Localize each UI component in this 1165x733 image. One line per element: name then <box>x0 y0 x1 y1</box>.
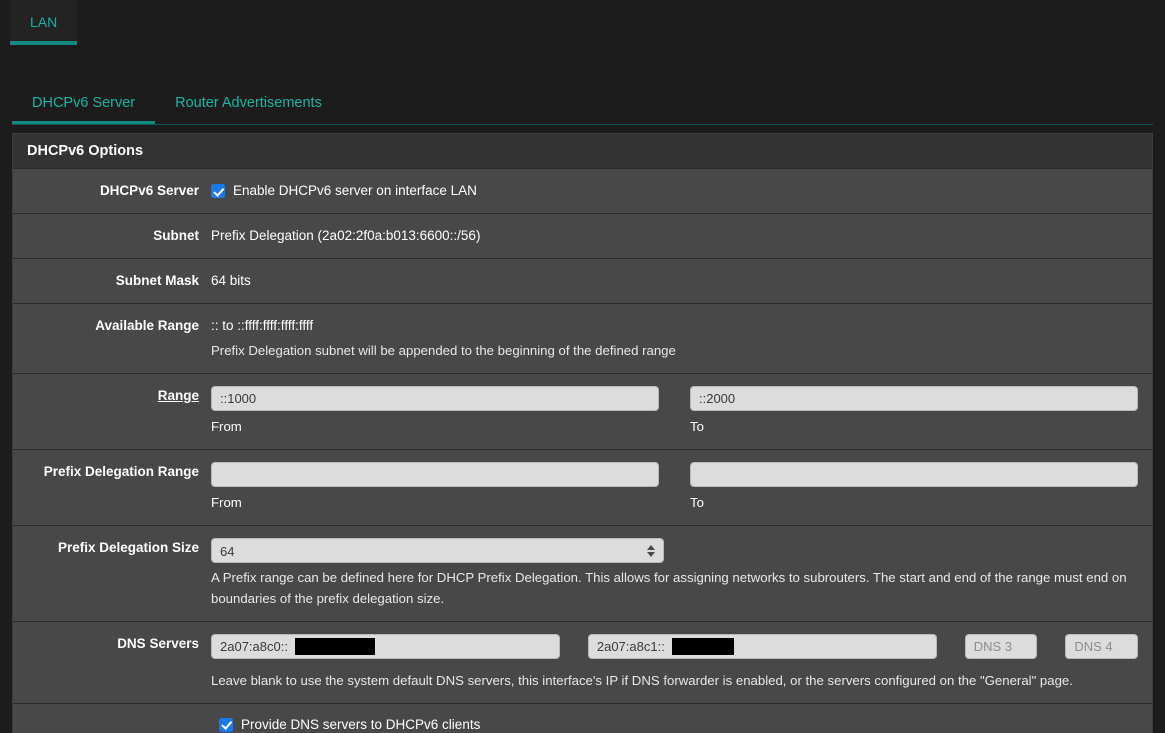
body-dhcpv6-server: Enable DHCPv6 server on interface LAN <box>211 169 1152 213</box>
label-subnet: Subnet <box>153 228 199 243</box>
label-range: Range <box>13 374 211 449</box>
tab-dhcpv6-server-label: DHCPv6 Server <box>32 95 136 111</box>
body-available-range: :: to ::ffff:ffff:ffff:ffff Prefix Deleg… <box>211 304 1152 373</box>
label-prefix-delegation-range: Prefix Delegation Range <box>43 464 199 479</box>
body-subnet-mask: 64 bits <box>211 259 1152 303</box>
row-range: Range From To <box>13 374 1152 450</box>
enable-dhcpv6-server-checkbox[interactable] <box>211 184 225 198</box>
prefix-delegation-size-help: A Prefix range can be defined here for D… <box>211 570 1127 606</box>
dns-2-input[interactable] <box>587 634 937 659</box>
row-prefix-delegation-range: Prefix Delegation Range From To <box>13 450 1152 526</box>
prefix-delegation-range-to-caption: To <box>690 495 704 510</box>
prefix-delegation-range-from-input[interactable] <box>211 462 659 487</box>
body-subnet: Prefix Delegation (2a02:2f0a:b013:6600::… <box>211 214 1152 258</box>
panel-heading: DHCPv6 Options <box>13 134 1152 169</box>
row-provide-dns: Provide DNS servers to DHCPv6 clients Un… <box>13 704 1152 733</box>
range-from-input[interactable] <box>211 386 659 411</box>
dns-1-input[interactable] <box>211 634 560 659</box>
subnet-mask-value: 64 bits <box>211 273 251 288</box>
sub-tab-bar: DHCPv6 Server Router Advertisements <box>0 55 1165 125</box>
dns-4-input[interactable] <box>1065 634 1138 659</box>
range-to-input[interactable] <box>690 386 1138 411</box>
dns1-cell <box>211 634 560 659</box>
row-available-range: Available Range :: to ::ffff:ffff:ffff:f… <box>13 304 1152 374</box>
label-prefix-delegation-size: Prefix Delegation Size <box>57 540 199 555</box>
dns-servers-help: Leave blank to use the system default DN… <box>211 673 1073 688</box>
body-prefix-delegation-size: 64 A Prefix range can be defined here fo… <box>211 526 1152 621</box>
label-dns-servers: DNS Servers <box>117 636 199 651</box>
provide-dns-servers-checkbox[interactable] <box>219 717 233 732</box>
label-dhcpv6-server: DHCPv6 Server <box>99 183 199 198</box>
dns-3-input[interactable] <box>964 634 1038 659</box>
interface-tab-bar: LAN <box>0 0 1165 55</box>
prefix-delegation-range-from-caption: From <box>211 495 242 510</box>
dns2-cell <box>587 634 937 659</box>
range-to-caption: To <box>690 419 704 434</box>
prefix-delegation-range-to-input[interactable] <box>690 462 1138 487</box>
dns4-cell <box>1065 634 1138 659</box>
row-dns-servers: DNS Servers Leave blank to use the sy <box>13 622 1152 704</box>
enable-dhcpv6-server-label: Enable DHCPv6 server on interface LAN <box>233 183 477 198</box>
available-range-value: :: to ::ffff:ffff:ffff:ffff <box>211 318 314 333</box>
prefix-delegation-size-select[interactable]: 64 <box>211 538 664 563</box>
range-label-link[interactable]: Range <box>158 388 199 403</box>
body-provide-dns: Provide DNS servers to DHCPv6 clients Un… <box>13 704 1152 733</box>
interface-tab-lan-active-underline <box>10 41 78 45</box>
row-subnet: Subnet Prefix Delegation (2a02:2f0a:b013… <box>13 214 1152 259</box>
sub-tab-baseline <box>12 124 1153 125</box>
available-range-help: Prefix Delegation subnet will be appende… <box>211 343 676 358</box>
tab-router-advertisements[interactable]: Router Advertisements <box>155 85 342 125</box>
dns3-cell <box>964 634 1038 659</box>
subnet-value: Prefix Delegation (2a02:2f0a:b013:6600::… <box>211 228 481 243</box>
body-prefix-delegation-range: From To <box>211 450 1152 525</box>
row-dhcpv6-server: DHCPv6 Server Enable DHCPv6 server on in… <box>13 169 1152 214</box>
range-from-caption: From <box>211 419 242 434</box>
provide-dns-servers-label: Provide DNS servers to DHCPv6 clients <box>241 717 481 732</box>
row-prefix-delegation-size: Prefix Delegation Size 64 A Prefix range… <box>13 526 1152 622</box>
interface-tab-lan-label: LAN <box>30 14 58 30</box>
body-dns-servers: Leave blank to use the system default DN… <box>211 622 1152 703</box>
interface-tab-lan[interactable]: LAN <box>10 0 78 45</box>
label-available-range: Available Range <box>95 318 199 333</box>
dhcpv6-options-panel: DHCPv6 Options DHCPv6 Server Enable DHCP… <box>12 133 1153 733</box>
label-subnet-mask: Subnet Mask <box>115 273 199 288</box>
tab-dhcpv6-server[interactable]: DHCPv6 Server <box>12 85 156 125</box>
row-subnet-mask: Subnet Mask 64 bits <box>13 259 1152 304</box>
body-range: From To <box>211 374 1152 449</box>
tab-router-advertisements-label: Router Advertisements <box>175 95 322 111</box>
